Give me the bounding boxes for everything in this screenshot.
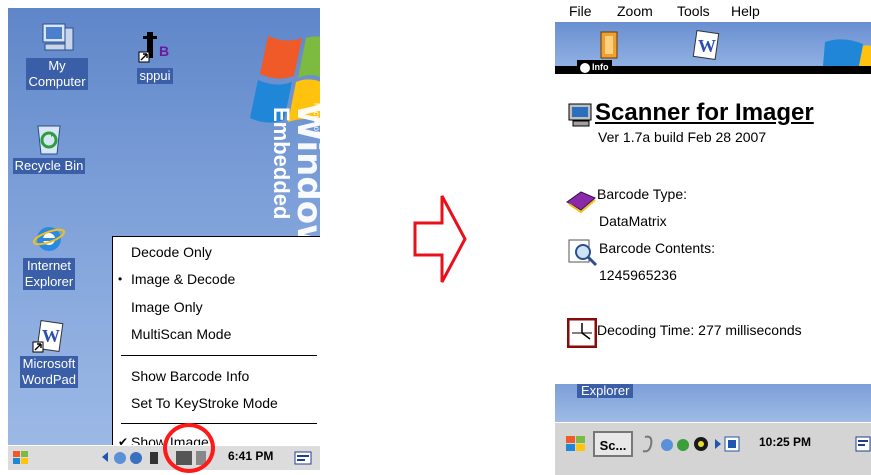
- menu-item-multiscan-mode[interactable]: MultiScan Mode: [113, 323, 320, 345]
- menu-separator: [121, 355, 317, 356]
- highlight-circle: [163, 423, 215, 473]
- desktop-icon-sppui[interactable]: B sppui: [114, 30, 196, 85]
- menu-separator: [121, 423, 317, 424]
- desktop-icon-label: Explorer: [577, 384, 634, 398]
- desktop-icon-recycle-bin[interactable]: Recycle Bin: [8, 120, 90, 175]
- svg-text:B: B: [159, 43, 169, 59]
- desktop-icon-wordpad[interactable]: W Microsoft WordPad: [8, 318, 90, 389]
- internet-explorer-icon: [31, 220, 67, 256]
- wordpad-icon: W: [692, 30, 720, 60]
- system-tray-icons[interactable]: [641, 433, 753, 455]
- info-tag-label: Info: [592, 62, 609, 72]
- svg-text:W: W: [698, 36, 716, 56]
- taskbar-clock[interactable]: 10:25 PM: [759, 435, 811, 449]
- app-title: Scanner for Imager: [595, 99, 814, 126]
- svg-text:W: W: [42, 326, 60, 346]
- scanner-info-panel: Scanner for Imager Ver 1.7a build Feb 28…: [555, 74, 871, 390]
- menu-zoom[interactable]: Zoom: [617, 0, 653, 22]
- computer-icon: [568, 103, 592, 127]
- taskbar-clock[interactable]: 6:41 PM: [228, 449, 273, 463]
- barcode-type-value: DataMatrix: [599, 213, 667, 229]
- menu-item-label: Image & Decode: [131, 271, 236, 287]
- menu-item-label: MultiScan Mode: [131, 326, 232, 342]
- windows-embedded-branding: Microsoft Windows Embedded: [240, 103, 320, 276]
- desktop-icon-label: WordPad: [22, 372, 76, 387]
- right-arrow-icon: [413, 195, 467, 283]
- barcode-contents-value: 1245965236: [599, 267, 677, 283]
- stopwatch-icon: [567, 318, 597, 348]
- menu-item-label: Image Only: [131, 299, 203, 315]
- book-icon: [566, 191, 596, 214]
- info-icon: [580, 62, 590, 73]
- magnifier-icon: [568, 239, 598, 267]
- app-version: Ver 1.7a build Feb 28 2007: [598, 129, 767, 145]
- decoding-time: Decoding Time: 277 milliseconds: [597, 322, 802, 338]
- scanner-context-menu: Decode Only • Image & Decode Image Only …: [112, 236, 320, 456]
- wordpad-icon: W: [31, 318, 67, 354]
- menu-item-image-and-decode[interactable]: • Image & Decode: [113, 268, 320, 290]
- menu-item-image-only[interactable]: Image Only: [113, 296, 320, 318]
- windows-flag-icon[interactable]: [565, 433, 587, 455]
- input-panel-icon[interactable]: [855, 435, 871, 453]
- input-panel-icon[interactable]: [294, 450, 312, 466]
- desktop-icon-label: My: [48, 58, 66, 73]
- desktop-icon-internet-explorer[interactable]: Internet Explorer: [8, 220, 90, 291]
- taskbar: Sc... 10:25 PM: [555, 422, 871, 475]
- brand-embedded: Embedded: [269, 107, 294, 220]
- barcode-type-label: Barcode Type:: [597, 186, 688, 202]
- menu-bar: File Zoom Tools Help: [555, 0, 871, 22]
- menu-item-label: Set To KeyStroke Mode: [131, 395, 278, 411]
- desktop-icon-label: Recycle Bin: [14, 158, 84, 173]
- left-device-screen: Microsoft Windows Embedded My Computer B: [8, 8, 320, 470]
- desktop-strip-bottom: Explorer: [555, 384, 871, 422]
- menu-item-label: Show Barcode Info: [131, 368, 250, 384]
- right-device-screen: File Zoom Tools Help W Info Scanner for …: [555, 0, 871, 475]
- menu-item-set-keystroke-mode[interactable]: Set To KeyStroke Mode: [113, 392, 320, 414]
- recycle-bin-icon: [31, 120, 67, 156]
- app-icon: [600, 31, 618, 59]
- menu-item-decode-only[interactable]: Decode Only: [113, 241, 320, 263]
- desktop-icon-label: Explorer: [24, 274, 74, 289]
- info-tag: Info: [577, 60, 612, 74]
- desktop-icon-label: Internet: [26, 258, 72, 273]
- shortcut-icon: B: [137, 30, 173, 66]
- desktop-icon-label: Microsoft: [22, 356, 76, 371]
- desktop-icon-my-computer[interactable]: My Computer: [16, 20, 98, 91]
- menu-help[interactable]: Help: [731, 0, 760, 22]
- desktop-icon-label: sppui: [139, 68, 171, 83]
- menu-tools[interactable]: Tools: [677, 0, 710, 22]
- menu-item-label: Decode Only: [131, 244, 212, 260]
- menu-item-show-barcode-info[interactable]: Show Barcode Info: [113, 365, 320, 387]
- windows-flag-icon[interactable]: [12, 449, 30, 467]
- bullet-icon: •: [118, 272, 123, 286]
- desktop-icon-label: Computer: [28, 74, 86, 89]
- windows-logo-icon: [823, 39, 871, 66]
- barcode-contents-label: Barcode Contents:: [599, 240, 715, 256]
- menu-file[interactable]: File: [569, 0, 592, 22]
- taskbar-app-button[interactable]: Sc...: [593, 431, 633, 457]
- computer-icon: [39, 20, 75, 56]
